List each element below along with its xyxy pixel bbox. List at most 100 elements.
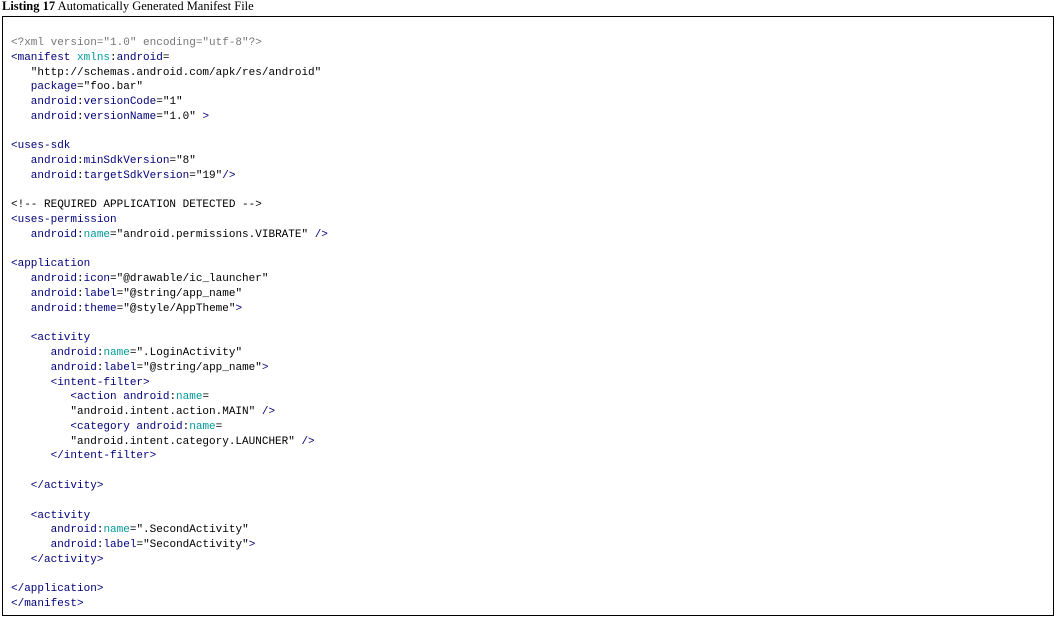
code-token: versionCode bbox=[83, 96, 157, 109]
code-token: = bbox=[215, 420, 223, 433]
listing-caption: Listing 17 Automatically Generated Manif… bbox=[2, 0, 254, 14]
code-block: <?xml version="1.0" encoding="utf-8"?> <m… bbox=[11, 36, 328, 612]
code-token: /> bbox=[222, 169, 236, 182]
code-token: = bbox=[162, 51, 170, 64]
code-token: android bbox=[11, 228, 78, 241]
code-token: </activity> bbox=[11, 479, 104, 492]
code-token: "19" bbox=[195, 169, 223, 182]
code-line: android:label="@string/app_name" bbox=[11, 287, 328, 302]
code-token: versionName bbox=[83, 110, 157, 123]
code-token: "@style/AppTheme" bbox=[123, 302, 236, 315]
code-token: name bbox=[176, 391, 203, 404]
code-line: <intent-filter> bbox=[11, 376, 328, 391]
code-token: = bbox=[77, 81, 84, 94]
code-token: > bbox=[248, 539, 256, 552]
code-token: : bbox=[77, 155, 84, 168]
code-line: "android.intent.category.LAUNCHER" /> bbox=[11, 435, 328, 450]
listing-title: Automatically Generated Manifest File bbox=[57, 0, 254, 13]
code-token: "android.intent.category.LAUNCHER" bbox=[11, 435, 302, 448]
code-token: icon bbox=[83, 273, 111, 286]
code-token: : bbox=[77, 302, 84, 315]
code-line: android:minSdkVersion="8" bbox=[11, 154, 328, 169]
code-token: xmlns bbox=[77, 51, 111, 64]
code-line: </manifest> bbox=[11, 597, 328, 612]
code-line: package="foo.bar" bbox=[11, 80, 328, 95]
code-token: targetSdkVersion bbox=[83, 169, 190, 182]
code-token: : bbox=[77, 288, 84, 301]
code-line: android:targetSdkVersion="19"/> bbox=[11, 169, 328, 184]
code-token: > bbox=[235, 302, 243, 315]
code-token: android bbox=[11, 524, 97, 537]
code-token: name bbox=[83, 228, 111, 241]
code-line: <application bbox=[11, 257, 328, 272]
code-token: name bbox=[103, 347, 130, 360]
code-line: android:versionName="1.0" > bbox=[11, 110, 328, 125]
code-token: </manifest> bbox=[11, 598, 84, 611]
code-line: "android.intent.action.MAIN" /> bbox=[11, 405, 328, 420]
code-token: name bbox=[189, 420, 216, 433]
code-line: </intent-filter> bbox=[11, 449, 328, 464]
code-token: "android.intent.action.MAIN" bbox=[11, 406, 262, 419]
code-token: "1" bbox=[162, 96, 183, 109]
code-token: android bbox=[11, 155, 78, 168]
code-token: /> bbox=[301, 435, 315, 448]
code-token: "1.0" bbox=[162, 110, 203, 123]
code-token: android bbox=[11, 361, 97, 374]
code-token: = bbox=[156, 96, 163, 109]
code-token: android bbox=[11, 110, 78, 123]
code-token: <category bbox=[11, 420, 137, 433]
code-token: <manifest bbox=[11, 51, 78, 64]
code-line: <?xml version="1.0" encoding="utf-8"?> bbox=[11, 36, 328, 51]
code-line: <!-- REQUIRED APPLICATION DETECTED --> bbox=[11, 198, 328, 213]
code-line: android:versionCode="1" bbox=[11, 95, 328, 110]
code-token: <action bbox=[11, 391, 124, 404]
code-token: "android.permissions.VIBRATE" bbox=[116, 228, 315, 241]
code-token: android bbox=[11, 288, 78, 301]
code-token: <activity bbox=[11, 509, 91, 522]
code-token: minSdkVersion bbox=[83, 155, 170, 168]
code-line: <uses-sdk bbox=[11, 139, 328, 154]
code-token: "@drawable/ic_launcher" bbox=[116, 273, 269, 286]
code-token: /> bbox=[314, 228, 328, 241]
code-line: </activity> bbox=[11, 479, 328, 494]
code-token: android bbox=[11, 273, 78, 286]
code-token: = bbox=[189, 169, 196, 182]
code-token: android bbox=[11, 347, 97, 360]
code-token: : bbox=[77, 273, 84, 286]
code-token: /> bbox=[261, 406, 276, 419]
code-line: android:theme="@style/AppTheme"> bbox=[11, 302, 328, 317]
code-line: <category android:name= bbox=[11, 420, 328, 435]
code-token: android bbox=[11, 169, 78, 182]
code-token: > bbox=[261, 361, 269, 374]
code-token: android bbox=[11, 302, 78, 315]
code-token: </activity> bbox=[11, 553, 104, 566]
code-line: "http://schemas.android.com/apk/res/andr… bbox=[11, 66, 328, 81]
code-token: name bbox=[103, 524, 130, 537]
code-token: : bbox=[77, 169, 84, 182]
code-line: <action android:name= bbox=[11, 390, 328, 405]
code-line: </application> bbox=[11, 582, 328, 597]
code-line: android:icon="@drawable/ic_launcher" bbox=[11, 272, 328, 287]
code-token: : bbox=[77, 96, 84, 109]
code-token: </intent-filter> bbox=[11, 450, 157, 463]
code-token: android bbox=[11, 96, 78, 109]
code-token: theme bbox=[83, 302, 117, 315]
code-token: </application> bbox=[11, 583, 104, 596]
code-token: "@string/app_name" bbox=[143, 361, 262, 374]
code-token: "SecondActivity" bbox=[143, 539, 249, 552]
code-token: "http://schemas.android.com/apk/res/andr… bbox=[11, 66, 322, 79]
code-token: label bbox=[103, 361, 137, 374]
code-line: <activity bbox=[11, 331, 328, 346]
code-token: > bbox=[202, 110, 210, 123]
code-token: : bbox=[77, 228, 84, 241]
code-token: android bbox=[136, 420, 183, 433]
code-token: "foo.bar" bbox=[83, 81, 144, 94]
code-token: = bbox=[156, 110, 163, 123]
code-token: android bbox=[116, 51, 163, 64]
code-token: ".SecondActivity" bbox=[136, 524, 249, 537]
code-token: <intent-filter> bbox=[11, 376, 150, 389]
